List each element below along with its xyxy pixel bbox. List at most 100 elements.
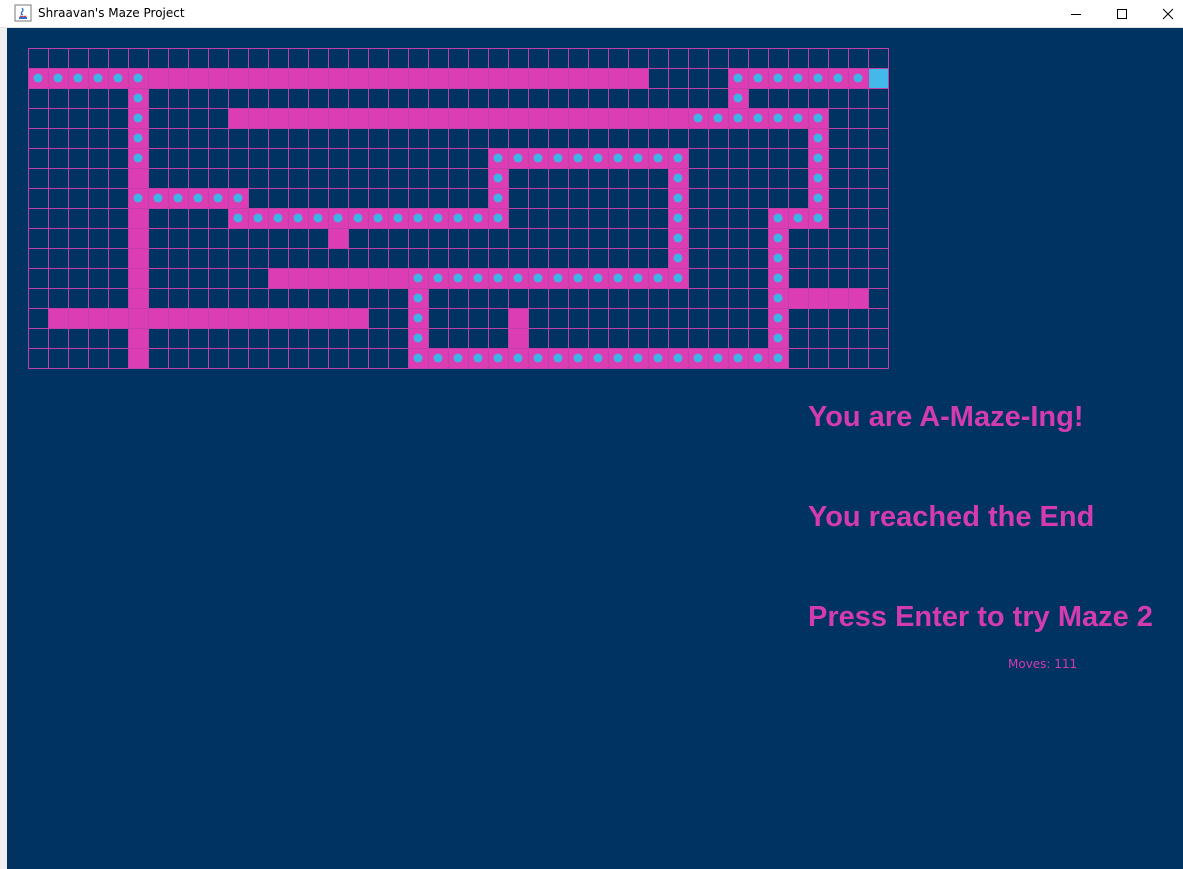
trail-dot bbox=[453, 273, 463, 283]
trail-dot bbox=[673, 273, 683, 283]
trail-dot bbox=[793, 73, 803, 83]
trail-dot bbox=[613, 273, 623, 283]
trail-dot bbox=[553, 153, 563, 163]
trail-dot bbox=[413, 293, 423, 303]
trail-dot bbox=[573, 273, 583, 283]
trail-dot bbox=[713, 113, 723, 123]
trail-dot bbox=[773, 333, 783, 343]
trail-dot bbox=[473, 213, 483, 223]
trail-dot bbox=[233, 213, 243, 223]
trail-dot bbox=[293, 213, 303, 223]
trail-dot bbox=[713, 353, 723, 363]
trail-dot bbox=[73, 73, 83, 83]
maze-board bbox=[28, 48, 889, 369]
trail-dot bbox=[633, 273, 643, 283]
trail-dot bbox=[773, 253, 783, 263]
maximize-icon bbox=[1117, 8, 1127, 19]
moves-counter: Moves: 111 bbox=[1008, 657, 1078, 671]
trail-dot bbox=[433, 273, 443, 283]
trail-dot bbox=[133, 153, 143, 163]
trail-dot bbox=[413, 213, 423, 223]
trail-dot bbox=[333, 213, 343, 223]
trail-dot bbox=[493, 173, 503, 183]
trail-dot bbox=[793, 213, 803, 223]
trail-dot bbox=[773, 273, 783, 283]
trail-dot bbox=[553, 353, 563, 363]
trail-dot bbox=[33, 73, 43, 83]
trail-dot bbox=[433, 353, 443, 363]
trail-dot bbox=[813, 173, 823, 183]
trail-dot bbox=[313, 213, 323, 223]
maze-path bbox=[128, 208, 148, 228]
maximize-button[interactable] bbox=[1099, 0, 1145, 27]
trail-dot bbox=[453, 353, 463, 363]
trail-dot bbox=[133, 73, 143, 83]
trail-dot bbox=[593, 153, 603, 163]
window-title: Shraavan's Maze Project bbox=[38, 6, 185, 20]
trail-dot bbox=[693, 353, 703, 363]
trail-dot bbox=[613, 353, 623, 363]
close-icon bbox=[1162, 8, 1174, 19]
trail-dot bbox=[813, 193, 823, 203]
trail-dot bbox=[773, 353, 783, 363]
trail-dot bbox=[213, 193, 223, 203]
trail-dot bbox=[813, 133, 823, 143]
trail-dot bbox=[573, 353, 583, 363]
trail-dot bbox=[733, 353, 743, 363]
trail-dot bbox=[813, 153, 823, 163]
trail-dot bbox=[673, 233, 683, 243]
trail-dot bbox=[673, 213, 683, 223]
trail-dot bbox=[673, 253, 683, 263]
trail-dot bbox=[693, 113, 703, 123]
trail-dot bbox=[413, 273, 423, 283]
trail-dot bbox=[553, 273, 563, 283]
trail-dot bbox=[133, 133, 143, 143]
trail-dot bbox=[413, 333, 423, 343]
trail-dot bbox=[773, 73, 783, 83]
trail-dot bbox=[493, 153, 503, 163]
trail-dot bbox=[373, 213, 383, 223]
trail-dot bbox=[473, 353, 483, 363]
trail-dot bbox=[433, 213, 443, 223]
trail-dot bbox=[593, 353, 603, 363]
trail-dot bbox=[153, 193, 163, 203]
trail-dot bbox=[813, 213, 823, 223]
trail-dot bbox=[93, 73, 103, 83]
trail-dot bbox=[653, 353, 663, 363]
trail-dot bbox=[753, 113, 763, 123]
trail-dot bbox=[353, 213, 363, 223]
trail-dot bbox=[793, 113, 803, 123]
trail-dot bbox=[773, 313, 783, 323]
trail-dot bbox=[493, 353, 503, 363]
trail-dot bbox=[733, 93, 743, 103]
maze-path bbox=[128, 348, 148, 368]
minimize-icon bbox=[1071, 13, 1081, 15]
maze-path bbox=[508, 328, 528, 348]
trail-dot bbox=[513, 353, 523, 363]
trail-dot bbox=[773, 113, 783, 123]
trail-dot bbox=[853, 73, 863, 83]
java-icon bbox=[14, 4, 32, 22]
trail-dot bbox=[133, 193, 143, 203]
trail-dot bbox=[613, 153, 623, 163]
trail-dot bbox=[133, 93, 143, 103]
maze-path bbox=[508, 308, 528, 328]
trail-dot bbox=[673, 173, 683, 183]
trail-dot bbox=[513, 273, 523, 283]
title-bar: Shraavan's Maze Project bbox=[0, 0, 1183, 28]
trail-dot bbox=[233, 193, 243, 203]
close-button[interactable] bbox=[1145, 0, 1183, 27]
goal-cell bbox=[868, 68, 888, 88]
trail-dot bbox=[253, 213, 263, 223]
trail-dot bbox=[633, 353, 643, 363]
trail-dot bbox=[753, 73, 763, 83]
trail-dot bbox=[733, 113, 743, 123]
trail-dot bbox=[533, 353, 543, 363]
maze-path bbox=[128, 168, 148, 188]
minimize-button[interactable] bbox=[1053, 0, 1099, 27]
maze-path bbox=[128, 288, 148, 308]
trail-dot bbox=[833, 73, 843, 83]
trail-dot bbox=[773, 293, 783, 303]
trail-dot bbox=[473, 273, 483, 283]
trail-dot bbox=[773, 213, 783, 223]
